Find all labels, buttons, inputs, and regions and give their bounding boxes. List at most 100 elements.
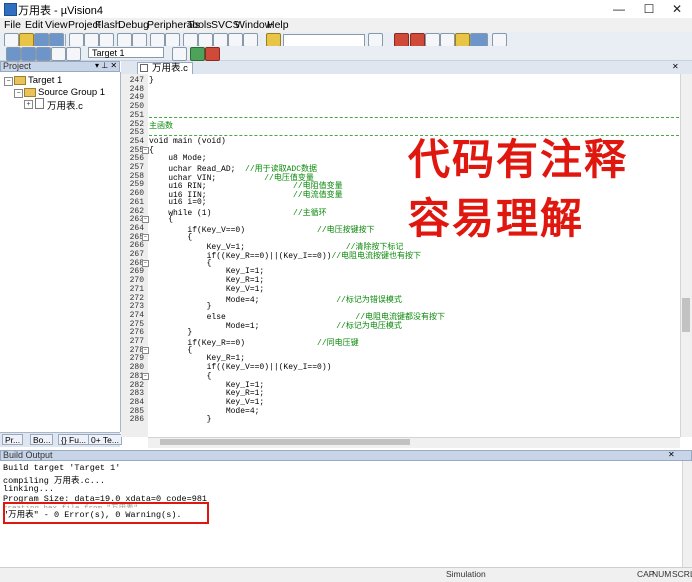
comment-divider <box>149 117 679 118</box>
line-number: 274 <box>129 310 144 320</box>
settings-wrench-icon[interactable] <box>492 33 507 47</box>
rebuild-icon[interactable] <box>36 47 51 61</box>
copy-icon[interactable] <box>84 33 99 47</box>
find-icon[interactable] <box>368 33 383 47</box>
open-file-icon[interactable] <box>19 33 34 47</box>
fold-toggle-icon[interactable]: − <box>142 346 149 354</box>
build-vscrollbar[interactable] <box>682 461 692 567</box>
tree-item-file[interactable]: 万用表.c <box>47 98 83 112</box>
undo-icon[interactable] <box>117 33 132 47</box>
tree-item-target[interactable]: Target 1 <box>28 75 62 86</box>
build-icon[interactable] <box>21 47 36 61</box>
manage-components-icon[interactable] <box>190 47 205 61</box>
stop-build-icon[interactable] <box>66 47 81 61</box>
debug-start-icon[interactable] <box>394 33 409 47</box>
close-editor-icon[interactable]: ✕ <box>672 62 679 71</box>
fold-toggle-icon[interactable]: − <box>142 372 149 380</box>
menu-debug[interactable]: Debug <box>118 19 149 31</box>
tree-item-group[interactable]: Source Group 1 <box>38 87 105 98</box>
collapse-group-icon[interactable]: − <box>14 89 23 98</box>
manage-books-icon[interactable] <box>205 47 220 61</box>
expand-file-icon[interactable]: + <box>24 100 33 109</box>
fold-toggle-icon[interactable]: − <box>142 233 149 241</box>
redo-icon[interactable] <box>132 33 147 47</box>
nav-forward-icon[interactable] <box>165 33 180 47</box>
maximize-button[interactable]: ☐ <box>634 0 664 18</box>
menu-flash[interactable]: Flash <box>95 19 121 31</box>
target-options-icon[interactable] <box>172 47 187 61</box>
tab-books[interactable]: Bo... <box>30 434 54 445</box>
configure-icon[interactable] <box>470 33 488 47</box>
minimize-button[interactable]: — <box>604 0 634 18</box>
line-number: 272 <box>129 293 144 303</box>
next-bookmark-icon[interactable] <box>213 33 228 47</box>
line-number: 278 <box>129 345 144 355</box>
menu-edit[interactable]: Edit <box>25 19 43 31</box>
fold-toggle-icon[interactable]: − <box>142 216 149 224</box>
code-line: { <box>149 372 212 381</box>
cut-icon[interactable] <box>69 33 84 47</box>
title-bar <box>0 0 692 19</box>
line-number: 262 <box>129 206 144 216</box>
editor-hscroll-thumb[interactable] <box>160 439 410 445</box>
close-build-icon[interactable]: ✕ <box>668 450 675 459</box>
menu-help[interactable]: Help <box>267 19 289 31</box>
code-line: Key_R=1; <box>149 389 264 398</box>
line-number: 275 <box>129 319 144 329</box>
find-in-files-icon[interactable] <box>266 33 281 47</box>
c-file-tab-icon <box>140 64 148 72</box>
editor-vscroll-thumb[interactable] <box>682 298 690 332</box>
menu-file[interactable]: File <box>4 19 21 31</box>
line-number: 282 <box>129 380 144 390</box>
line-number: 271 <box>129 284 144 294</box>
prev-bookmark-icon[interactable] <box>198 33 213 47</box>
project-tree <box>0 72 121 432</box>
translate-icon[interactable] <box>6 47 21 61</box>
project-panel-title: Project <box>3 61 32 71</box>
code-line: Key_R=1; <box>149 354 245 363</box>
line-number: 286 <box>129 415 144 425</box>
line-number: 248 <box>129 84 144 94</box>
menu-view[interactable]: View <box>45 19 68 31</box>
code-line: } <box>149 302 212 311</box>
save-icon[interactable] <box>34 33 49 47</box>
code-line: { <box>149 346 192 355</box>
code-line: Key_V=1; <box>149 398 264 407</box>
unindent-icon[interactable] <box>243 33 258 47</box>
breakpoint-icon[interactable] <box>410 33 425 47</box>
tab-functions[interactable]: {} Fu... <box>58 434 90 445</box>
bookmark-icon[interactable] <box>183 33 198 47</box>
target-select[interactable]: Target 1 <box>88 47 164 58</box>
code-comment: 主函数 <box>149 121 173 131</box>
line-number: 250 <box>129 102 144 112</box>
editor-vscrollbar[interactable] <box>680 74 692 437</box>
disable-breakpoint-icon[interactable] <box>425 33 440 47</box>
kill-breakpoints-icon[interactable] <box>440 33 455 47</box>
fold-toggle-icon[interactable]: − <box>142 259 149 267</box>
paste-icon[interactable] <box>99 33 114 47</box>
app-icon <box>4 3 17 16</box>
save-all-icon[interactable] <box>49 33 64 47</box>
fold-toggle-icon[interactable]: − <box>142 146 149 154</box>
line-number: 249 <box>129 93 144 103</box>
line-number: 270 <box>129 276 144 286</box>
windows-icon[interactable] <box>455 33 470 47</box>
line-number: 255 <box>129 145 144 155</box>
collapse-target-icon[interactable]: − <box>4 77 13 86</box>
menu-tools[interactable]: Tools <box>187 19 212 31</box>
code-text: Key_R=1; <box>149 389 265 399</box>
line-number: 256 <box>129 154 144 164</box>
indent-icon[interactable] <box>228 33 243 47</box>
code-comment: //电阻电流按键也有按下 <box>331 252 422 261</box>
code-line: Mode=4; <box>149 407 260 416</box>
code-line: Key_V=1; <box>149 285 264 294</box>
code-comment: //电流值变量 <box>206 191 343 201</box>
annotation-line-1: 代码有注释 <box>408 135 629 184</box>
close-button[interactable]: ✕ <box>662 0 692 18</box>
tab-templates[interactable]: 0+ Te... <box>88 434 122 445</box>
pin-icon[interactable]: ▾ ⊥ ✕ <box>95 61 117 70</box>
batch-build-icon[interactable] <box>51 47 66 61</box>
nav-back-icon[interactable] <box>150 33 165 47</box>
tab-project[interactable]: Pr... <box>2 434 24 445</box>
new-file-icon[interactable] <box>4 33 19 47</box>
